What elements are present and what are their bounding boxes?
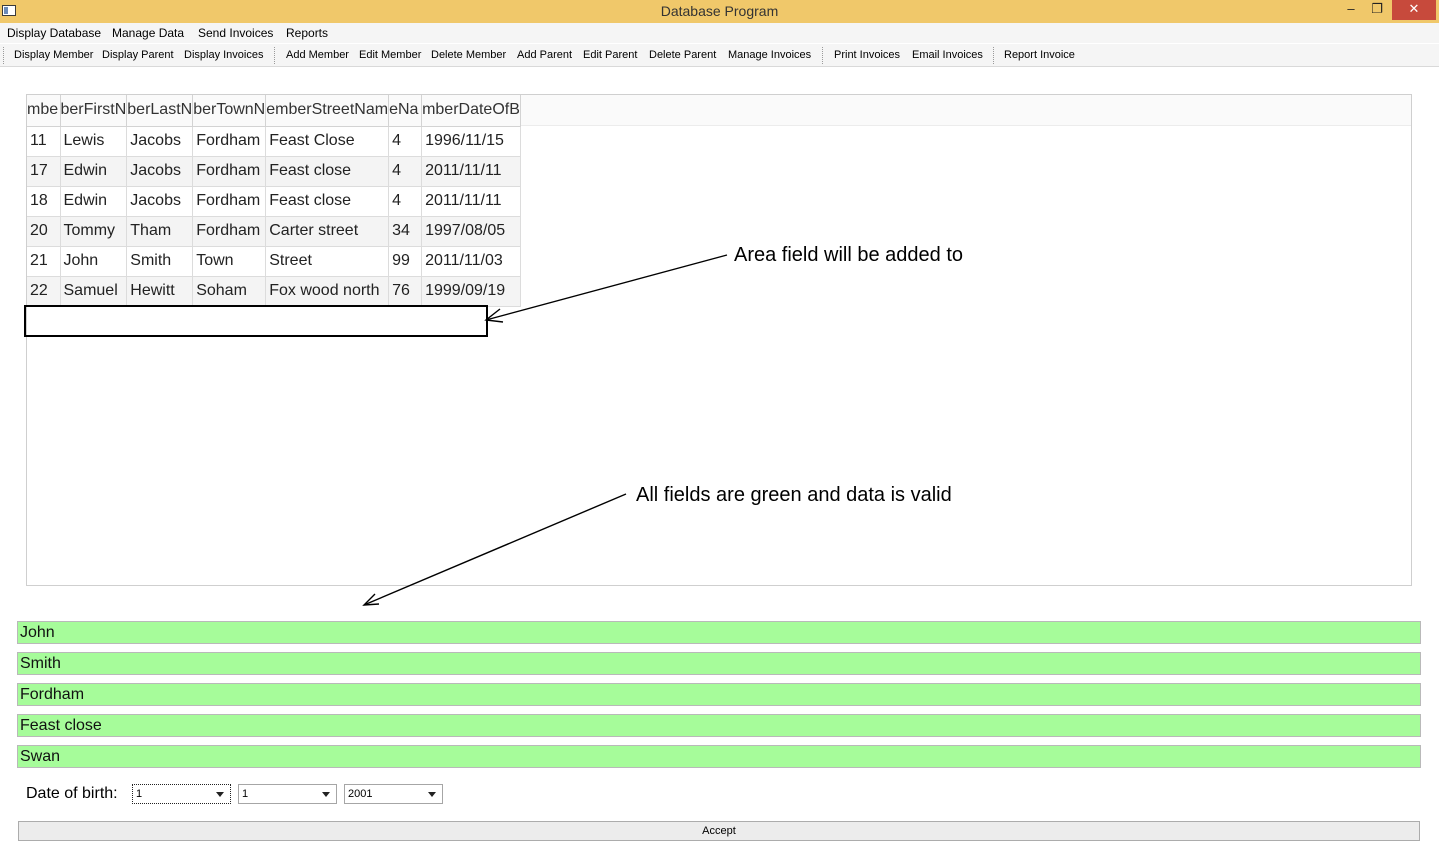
accept-button[interactable]: Accept [18,821,1420,841]
dob-month-value: 1 [242,788,249,800]
annotation-area-field: Area field will be added to [734,244,964,266]
first-name-field[interactable]: John [17,621,1421,644]
dob-month-select[interactable]: 1 [238,784,337,804]
town-field[interactable]: Fordham [17,683,1421,706]
chevron-down-icon [428,792,436,797]
dob-day-value: 1 [136,788,143,800]
arrow-to-new-row [485,254,728,321]
street-field[interactable]: Feast close [17,714,1421,737]
dob-year-select[interactable]: 2001 [344,784,443,804]
chevron-down-icon [322,792,330,797]
date-of-birth-label: Date of birth: [26,785,118,802]
dob-day-select[interactable]: 1 [132,784,231,804]
arrow-to-fields [363,493,627,606]
dob-year-value: 2001 [348,788,373,800]
house-name-field[interactable]: Swan [17,745,1421,768]
chevron-down-icon [216,792,224,797]
annotation-fields-valid: All fields are green and data is valid [636,484,952,506]
last-name-field[interactable]: Smith [17,652,1421,675]
